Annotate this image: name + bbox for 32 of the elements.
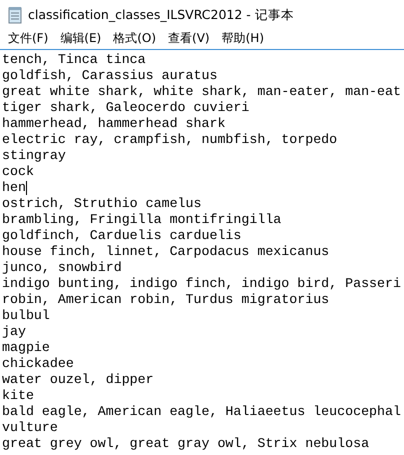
notepad-icon: [8, 6, 22, 24]
text-line: great white shark, white shark, man-eater, man-eat: [2, 84, 401, 100]
text-line: cock: [2, 164, 34, 180]
text-line: kite: [2, 388, 34, 404]
text-line: chickadee: [2, 356, 74, 372]
text-line: robin, American robin, Turdus migratorius: [2, 292, 330, 308]
menu-item[interactable]: 帮助(H): [216, 30, 270, 46]
text-line: tiger shark, Galeocerdo cuvieri: [2, 100, 250, 116]
text-line: ostrich, Struthio camelus: [2, 196, 202, 212]
text-line: bald eagle, American eagle, Haliaeetus leucocephal: [2, 404, 401, 420]
text-line: great grey owl, great gray owl, Strix nebulosa: [2, 436, 370, 452]
text-line: goldfinch, Carduelis carduelis: [2, 228, 242, 244]
text-line: junco, snowbird: [2, 260, 122, 276]
menu-item[interactable]: 格式(O): [107, 30, 162, 46]
text-line: indigo bunting, indigo finch, indigo bird, Passeri: [2, 276, 401, 292]
text-line: electric ray, crampfish, numbfish, torpedo: [2, 132, 338, 148]
menu-item[interactable]: 查看(V): [162, 30, 216, 46]
window-title: classification_classes_ILSVRC2012 - 记事本: [28, 6, 294, 24]
menu-item[interactable]: 文件(F): [2, 30, 54, 46]
text-line: bulbul: [2, 308, 50, 324]
text-line: jay: [2, 324, 26, 340]
text-line: magpie: [2, 340, 50, 356]
text-line: tench, Tinca tinca: [2, 52, 146, 68]
text-line: hen: [2, 180, 26, 196]
text-line: goldfish, Carassius auratus: [2, 68, 218, 84]
text-line: stingray: [2, 148, 66, 164]
text-line: water ouzel, dipper: [2, 372, 154, 388]
menu-item[interactable]: 编辑(E): [54, 30, 108, 46]
text-line: brambling, Fringilla montifringilla: [2, 212, 282, 228]
text-line: house finch, linnet, Carpodacus mexicanus: [2, 244, 330, 260]
text-line: vulture: [2, 420, 58, 436]
text-line: hammerhead, hammerhead shark: [2, 116, 226, 132]
